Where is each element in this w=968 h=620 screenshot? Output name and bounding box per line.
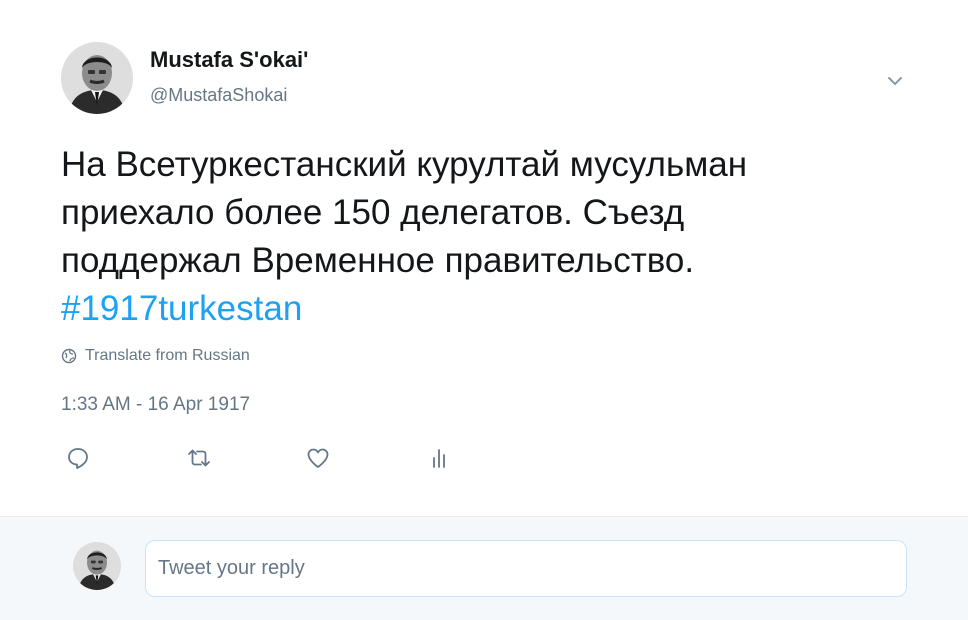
tweet-text-line: приехало более 150 делегатов. Съезд <box>61 193 685 232</box>
translate-link[interactable]: Translate from Russian <box>61 347 250 365</box>
tweet-text: На Всетуркестанский курултай мусульман п… <box>61 141 941 333</box>
analytics-button[interactable] <box>423 442 455 474</box>
tweet-card: Mustafa S'okai' @MustafaShokai На Всетур… <box>0 0 968 516</box>
author-avatar[interactable] <box>61 42 133 114</box>
tweet-text-line: На Всетуркестанский курултай мусульман <box>61 145 748 184</box>
translate-label: Translate from Russian <box>85 347 250 364</box>
reply-icon <box>68 448 88 469</box>
retweet-icon <box>188 449 210 467</box>
reply-button[interactable] <box>62 442 94 474</box>
like-button[interactable] <box>302 442 334 474</box>
tweet-actions <box>0 442 600 474</box>
current-user-avatar[interactable] <box>73 542 121 590</box>
analytics-icon <box>433 449 445 468</box>
tweet-timestamp[interactable]: 1:33 AM - 16 Apr 1917 <box>61 394 250 416</box>
reply-input[interactable] <box>145 540 907 597</box>
avatar-portrait-icon <box>61 42 133 114</box>
tweet-text-line: поддержал Временное правительство. <box>61 241 695 280</box>
hashtag-link[interactable]: #1917turkestan <box>61 285 941 333</box>
avatar-portrait-icon <box>73 542 121 590</box>
author-name[interactable]: Mustafa S'okai' <box>150 47 308 73</box>
heart-icon <box>307 448 329 468</box>
chevron-down-icon[interactable] <box>884 70 906 92</box>
author-handle[interactable]: @MustafaShokai <box>150 85 287 106</box>
retweet-button[interactable] <box>183 442 215 474</box>
globe-icon <box>61 348 77 364</box>
